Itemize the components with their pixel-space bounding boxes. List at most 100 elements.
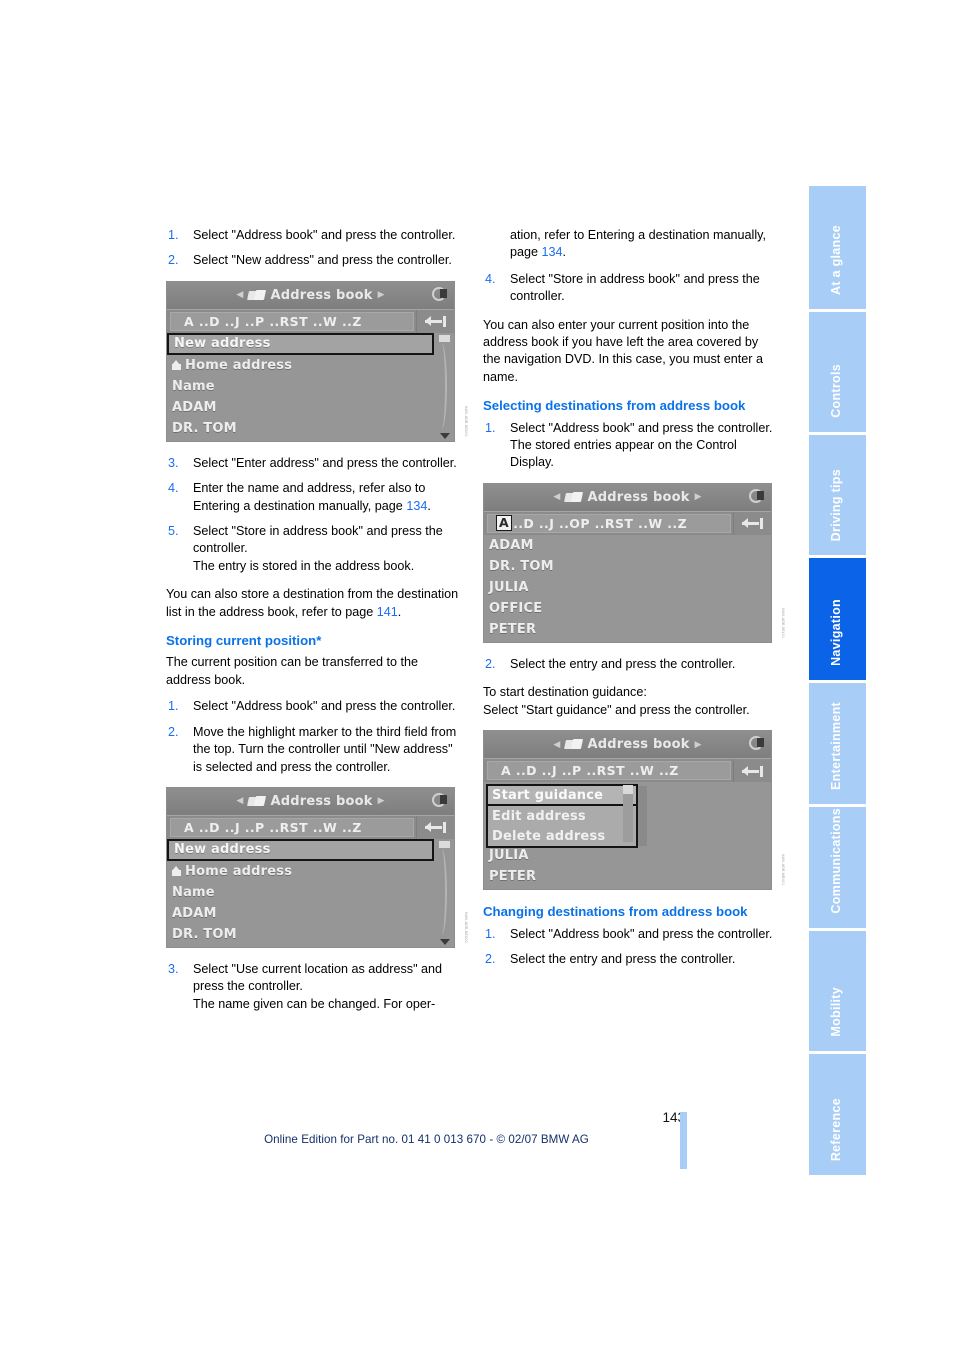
tab-driving-tips[interactable]: Driving tips xyxy=(809,435,866,555)
step-number: 2. xyxy=(168,253,179,268)
paragraph-text-tail: . xyxy=(397,604,402,619)
page-reference-141[interactable]: 141 xyxy=(377,605,398,619)
step-text: Select "Address book" and press the cont… xyxy=(510,926,773,941)
step-text: Select the entry and press the controlle… xyxy=(510,951,736,966)
list-item[interactable]: DR. TOM xyxy=(167,924,454,945)
figure-credit: NAVI-ADR-NEU02 xyxy=(464,912,468,943)
list-item[interactable]: Name xyxy=(167,376,454,397)
step-text: Select "Store in address book" and press… xyxy=(510,271,760,304)
popup-scrollbar-thumb[interactable] xyxy=(623,785,633,795)
list-item[interactable]: ADAM xyxy=(167,903,454,924)
letter-filter-bar[interactable]: A ..D ..J ..P ..RST ..W ..Z xyxy=(167,814,454,839)
list-item[interactable]: Name xyxy=(167,882,454,903)
scroll-down-arrow-icon[interactable] xyxy=(440,432,450,439)
heading-storing-current-position: Storing current position* xyxy=(166,633,322,649)
tab-mobility[interactable]: Mobility xyxy=(809,931,866,1051)
letter-range-field[interactable]: A ..D ..J ..P ..RST ..W ..Z xyxy=(170,817,414,837)
list-item: 5. Select "Store in address book" and pr… xyxy=(166,523,462,575)
entry-list: ADAM DR. TOM JULIA OFFICE PETER xyxy=(484,534,771,642)
list-item: 3. Select "Use current location as addre… xyxy=(166,961,462,1013)
tab-label: Navigation xyxy=(828,599,843,666)
chevron-left-icon: ◀ xyxy=(236,796,244,807)
list-item: 1. Select "Address book" and press the c… xyxy=(166,227,462,244)
selected-letter[interactable]: A xyxy=(496,515,513,532)
step-number: 2. xyxy=(485,656,496,671)
list-item: 1. Select "Address book" and press the c… xyxy=(483,420,779,472)
row-label: Home address xyxy=(185,357,293,373)
back-button[interactable] xyxy=(416,309,454,333)
idrive-screenshot-address-list: ◀ Address book ▶ A ..D ..J ..OP ..RST ..… xyxy=(483,482,785,643)
back-button[interactable] xyxy=(733,759,771,783)
row-label: JULIA xyxy=(489,848,529,864)
step-text-tail: . xyxy=(427,498,431,513)
letter-range-field[interactable]: A ..D ..J ..P ..RST ..W ..Z xyxy=(487,761,731,781)
scrollbar-thumb[interactable] xyxy=(439,840,450,848)
step-number: 1. xyxy=(485,420,496,435)
tab-reference[interactable]: Reference xyxy=(809,1054,866,1175)
list-item[interactable]: ADAM xyxy=(167,397,454,418)
tab-label: Entertainment xyxy=(828,702,843,790)
scrollbar-thumb[interactable] xyxy=(439,334,450,342)
row-label: Home address xyxy=(185,863,293,879)
letter-filter-bar[interactable]: A ..D ..J ..P ..RST ..W ..Z xyxy=(167,308,454,333)
tab-controls[interactable]: Controls xyxy=(809,312,866,432)
row-label: DR. TOM xyxy=(172,420,237,436)
screen-title: Address book xyxy=(587,737,690,753)
scrollbar[interactable] xyxy=(439,840,450,945)
menu-item-edit-address[interactable]: Edit address xyxy=(488,806,636,826)
screen-title: Address book xyxy=(587,489,690,505)
tab-at-a-glance[interactable]: At a glance xyxy=(809,186,866,309)
menu-item-delete-address[interactable]: Delete address xyxy=(488,826,636,846)
letter-range-field[interactable]: A ..D ..J ..P ..RST ..W ..Z xyxy=(170,311,414,331)
screen-header: ◀ Address book ▶ xyxy=(484,731,771,759)
list-item-home-address[interactable]: Home address xyxy=(167,355,454,376)
steps-select-entry: 2. Select the entry and press the contro… xyxy=(483,656,779,673)
paragraph-dvd-coverage: You can also enter your current position… xyxy=(483,317,764,384)
list-item[interactable]: ADAM xyxy=(484,535,771,556)
home-icon xyxy=(172,360,181,371)
list-item: 2. Select the entry and press the contro… xyxy=(483,951,779,968)
list-item[interactable]: OFFICE xyxy=(484,598,771,619)
list-item[interactable]: DR. TOM xyxy=(167,418,454,439)
screen-title: Address book xyxy=(270,287,373,303)
list-item-new-address[interactable]: New address xyxy=(167,332,434,355)
back-button[interactable] xyxy=(416,815,454,839)
idrive-screenshot-entry-menu: ◀ Address book ▶ A ..D ..J ..P ..RST ..W… xyxy=(483,730,785,891)
paragraph-start-guidance: To start destination guidance: Select "S… xyxy=(483,685,750,717)
popup-scrollbar-track xyxy=(623,794,633,843)
letter-filter-bar[interactable]: A ..D ..J ..OP ..RST ..W ..Z xyxy=(484,510,771,535)
left-column: 1. Select "Address book" and press the c… xyxy=(166,227,468,1024)
steps-selecting-destinations: 1. Select "Address book" and press the c… xyxy=(483,420,779,472)
row-label: ADAM xyxy=(172,905,217,921)
list-item[interactable]: PETER xyxy=(484,619,771,640)
heading-selecting-destinations: Selecting destinations from address book xyxy=(483,398,746,414)
row-label: DR. TOM xyxy=(489,558,554,574)
list-item-new-address[interactable]: New address xyxy=(167,838,434,861)
list-item-home-address[interactable]: Home address xyxy=(167,861,454,882)
page-reference-134[interactable]: 134 xyxy=(406,499,427,513)
letter-range-field[interactable]: A ..D ..J ..OP ..RST ..W ..Z xyxy=(487,513,731,533)
menu-item-start-guidance[interactable]: Start guidance xyxy=(488,786,636,807)
scrollbar[interactable] xyxy=(439,334,450,439)
step-text: Select "Store in address book" and press… xyxy=(193,524,443,573)
list-item[interactable]: JULIA xyxy=(484,845,771,866)
tab-label: Mobility xyxy=(828,987,843,1037)
home-icon xyxy=(172,866,181,877)
scroll-down-arrow-icon[interactable] xyxy=(440,938,450,945)
tab-entertainment[interactable]: Entertainment xyxy=(809,683,866,804)
step-number: 3. xyxy=(168,455,179,470)
list-item[interactable]: PETER xyxy=(484,866,771,887)
list-item[interactable]: JULIA xyxy=(484,577,771,598)
menu-item-label: Start guidance xyxy=(492,787,604,803)
tab-navigation[interactable]: Navigation xyxy=(809,558,866,680)
entry-list: Start guidance Edit address Delete addre… xyxy=(484,782,771,890)
chevron-left-icon: ◀ xyxy=(553,739,561,750)
chevron-right-icon: ▶ xyxy=(377,796,385,807)
letter-filter-bar[interactable]: A ..D ..J ..P ..RST ..W ..Z xyxy=(484,758,771,783)
page-reference-134[interactable]: 134 xyxy=(542,245,563,259)
tab-communications[interactable]: Communications xyxy=(809,807,866,928)
list-item[interactable]: DR. TOM xyxy=(484,556,771,577)
screen-title-group: ◀ Address book ▶ xyxy=(553,490,701,505)
back-button[interactable] xyxy=(733,511,771,535)
back-arrow-icon xyxy=(741,517,764,530)
